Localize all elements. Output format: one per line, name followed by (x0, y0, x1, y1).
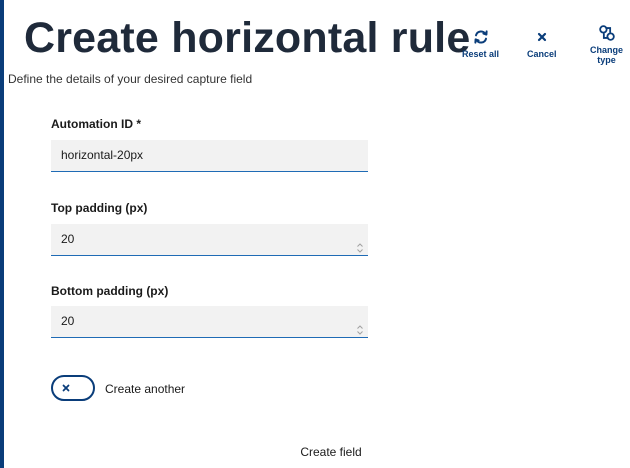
change-type-button[interactable]: Change type (590, 24, 623, 65)
page-title: Create horizontal rule (24, 14, 471, 62)
automation-id-value: horizontal-20px (61, 148, 144, 162)
refresh-icon (472, 28, 490, 46)
change-type-label: Change type (590, 45, 623, 65)
bottom-padding-value: 20 (61, 314, 75, 328)
toggle-close-icon (60, 382, 72, 394)
create-field-button[interactable]: Create field (270, 440, 392, 466)
bottom-padding-stepper-icon[interactable] (356, 316, 364, 335)
top-padding-value: 20 (61, 232, 75, 246)
page-subtitle: Define the details of your desired captu… (8, 72, 253, 86)
swap-icon (598, 24, 616, 42)
reset-all-label: Reset all (462, 49, 500, 59)
create-another-toggle[interactable] (51, 375, 95, 401)
top-padding-input[interactable]: 20 (51, 224, 368, 256)
left-accent-bar (0, 0, 4, 468)
reset-all-button[interactable]: Reset all (462, 28, 499, 59)
close-icon (533, 28, 551, 46)
create-another-label: Create another (105, 382, 186, 396)
top-padding-label: Top padding (px) (51, 201, 148, 215)
bottom-padding-input[interactable]: 20 (51, 306, 368, 338)
automation-id-label: Automation ID * (51, 117, 141, 131)
automation-id-input[interactable]: horizontal-20px (51, 140, 368, 172)
cancel-label: Cancel (527, 49, 557, 59)
cancel-button[interactable]: Cancel (527, 28, 557, 59)
change-type-label-line1: Change (590, 45, 624, 55)
bottom-padding-label: Bottom padding (px) (51, 284, 169, 298)
top-padding-stepper-icon[interactable] (356, 234, 364, 253)
change-type-label-line2: type (597, 55, 616, 65)
